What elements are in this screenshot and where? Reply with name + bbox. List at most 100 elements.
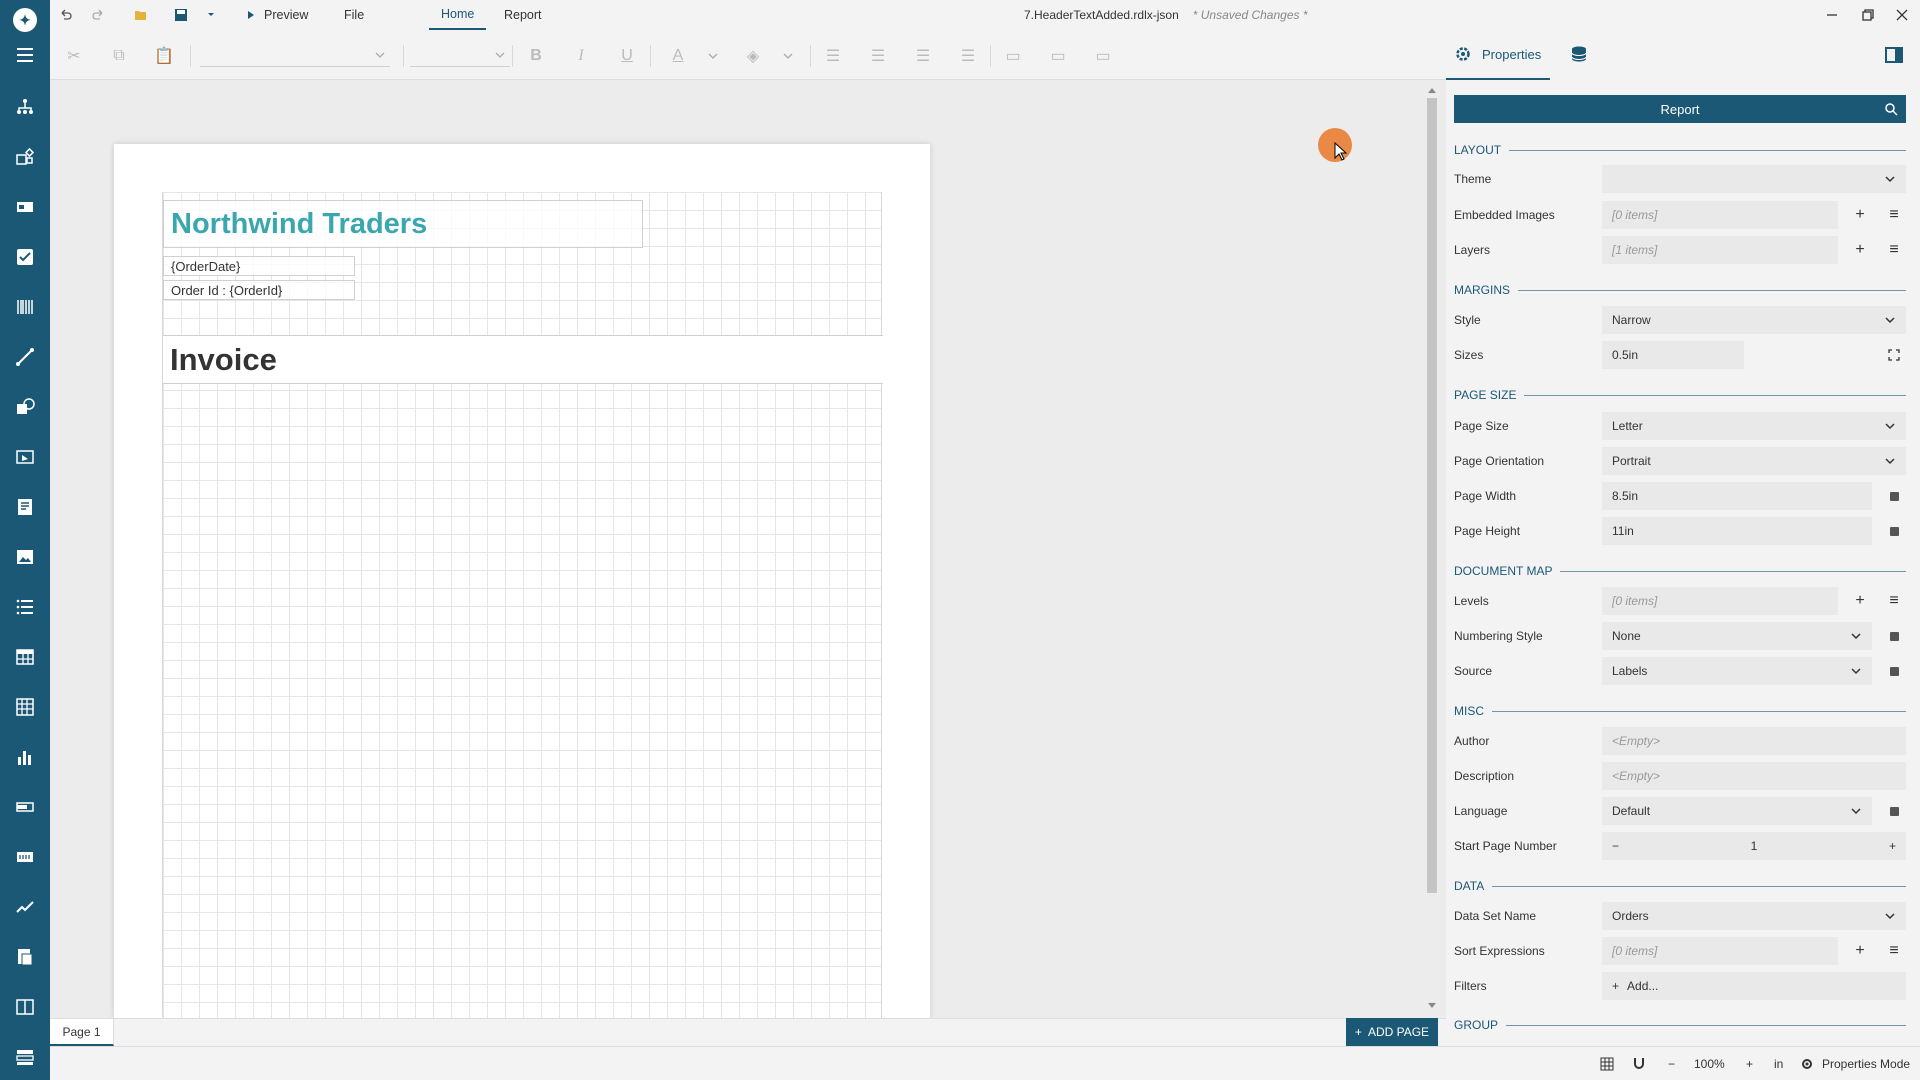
- language-select[interactable]: Default: [1602, 797, 1872, 825]
- valign-top-icon[interactable]: ▭: [1002, 45, 1024, 67]
- restore-icon[interactable]: [1850, 0, 1886, 30]
- tab-properties[interactable]: Properties: [1446, 30, 1550, 80]
- valign-middle-icon[interactable]: ▭: [1047, 45, 1069, 67]
- zoom-level[interactable]: 100%: [1694, 1047, 1725, 1080]
- bullet-icon[interactable]: [13, 795, 37, 819]
- page-width-expression-icon[interactable]: [1882, 482, 1906, 510]
- add-embedded-image-plus-icon[interactable]: +: [1848, 201, 1872, 229]
- redo-icon[interactable]: [92, 0, 106, 30]
- scrollbar-thumb[interactable]: [1427, 98, 1437, 893]
- decrement-minus-icon[interactable]: −: [1612, 839, 1619, 853]
- search-icon[interactable]: [1884, 102, 1898, 116]
- copy-icon[interactable]: ⧉: [108, 45, 130, 67]
- layers-menu-icon[interactable]: ≡: [1882, 236, 1906, 264]
- embedded-images-field[interactable]: [0 items]: [1602, 201, 1838, 229]
- collapse-panel-icon[interactable]: [1885, 46, 1903, 67]
- bold-icon[interactable]: B: [525, 45, 547, 67]
- split-view-icon[interactable]: [13, 995, 37, 1019]
- add-level-plus-icon[interactable]: +: [1848, 587, 1872, 615]
- tab-report[interactable]: Report: [492, 0, 554, 30]
- font-color-chevron-icon[interactable]: [702, 45, 724, 67]
- save-dropdown-chevron-icon[interactable]: [206, 0, 216, 30]
- page-header-section[interactable]: Northwind Traders {OrderDate} Order Id :…: [163, 192, 883, 336]
- sort-expressions-field[interactable]: [0 items]: [1602, 937, 1838, 965]
- paste-icon[interactable]: 📋: [153, 45, 175, 67]
- margin-style-select[interactable]: Narrow: [1602, 306, 1906, 334]
- checkbox-icon[interactable]: [13, 245, 37, 269]
- source-select[interactable]: Labels: [1602, 657, 1872, 685]
- unit-selector[interactable]: in: [1774, 1047, 1783, 1080]
- page-width-field[interactable]: 8.5in: [1602, 482, 1872, 510]
- tab-home[interactable]: Home: [429, 0, 487, 30]
- add-layer-plus-icon[interactable]: +: [1848, 236, 1872, 264]
- sort-expressions-menu-icon[interactable]: ≡: [1882, 937, 1906, 965]
- image-icon[interactable]: [13, 545, 37, 569]
- zoom-in-icon[interactable]: +: [1746, 1047, 1753, 1080]
- language-expression-icon[interactable]: [1882, 797, 1906, 825]
- cut-icon[interactable]: ✂: [63, 45, 85, 67]
- add-page-button[interactable]: + ADD PAGE: [1346, 1018, 1438, 1046]
- source-expression-icon[interactable]: [1882, 657, 1906, 685]
- company-name-textbox[interactable]: Northwind Traders: [163, 200, 643, 248]
- levels-field[interactable]: [0 items]: [1602, 587, 1838, 615]
- components-icon[interactable]: [13, 145, 37, 169]
- author-field[interactable]: <Empty>: [1602, 727, 1906, 755]
- align-right-icon[interactable]: ☰: [912, 45, 934, 67]
- subreport-icon[interactable]: [13, 945, 37, 969]
- minimize-icon[interactable]: [1814, 0, 1850, 30]
- snap-magnet-icon[interactable]: [1632, 1047, 1646, 1080]
- invoice-heading-textbox[interactable]: Invoice: [163, 336, 883, 384]
- richtext-icon[interactable]: [13, 495, 37, 519]
- font-size-select[interactable]: [410, 45, 510, 67]
- order-date-textbox[interactable]: {OrderDate}: [163, 256, 355, 276]
- font-family-select[interactable]: [200, 45, 390, 67]
- open-folder-icon[interactable]: [134, 0, 148, 30]
- canvas-scrollbar[interactable]: [1424, 80, 1446, 1018]
- add-filter-button[interactable]: + Add...: [1602, 972, 1906, 1000]
- order-id-textbox[interactable]: Order Id : {OrderId}: [163, 280, 355, 300]
- tab-file[interactable]: File: [332, 0, 376, 30]
- close-icon[interactable]: [1884, 0, 1920, 30]
- page-height-field[interactable]: 11in: [1602, 517, 1872, 545]
- data-sources-database-icon[interactable]: [1570, 45, 1588, 66]
- matrix-icon[interactable]: [13, 695, 37, 719]
- align-center-icon[interactable]: ☰: [867, 45, 889, 67]
- line-icon[interactable]: [13, 345, 37, 369]
- expand-margins-icon[interactable]: [1882, 341, 1906, 369]
- page-tab[interactable]: Page 1: [50, 1019, 114, 1046]
- sparkline-icon[interactable]: [13, 895, 37, 919]
- container-icon[interactable]: [13, 445, 37, 469]
- increment-plus-icon[interactable]: +: [1889, 839, 1896, 853]
- italic-icon[interactable]: I: [570, 45, 592, 67]
- preview-button[interactable]: Preview: [246, 0, 308, 30]
- page-height-expression-icon[interactable]: [1882, 517, 1906, 545]
- undo-icon[interactable]: [58, 0, 72, 30]
- hamburger-menu-icon[interactable]: [13, 43, 37, 67]
- page-size-select[interactable]: Letter: [1602, 412, 1906, 440]
- table-icon[interactable]: [13, 645, 37, 669]
- tree-icon[interactable]: [13, 95, 37, 119]
- barcode-icon[interactable]: [13, 295, 37, 319]
- start-page-number-stepper[interactable]: − 1 +: [1602, 832, 1906, 860]
- properties-mode-toggle[interactable]: Properties Mode: [1822, 1047, 1910, 1080]
- add-sort-expression-plus-icon[interactable]: +: [1848, 937, 1872, 965]
- shape-icon[interactable]: [13, 395, 37, 419]
- justify-icon[interactable]: ☰: [957, 45, 979, 67]
- selected-item-header[interactable]: Report: [1454, 95, 1906, 123]
- list-icon[interactable]: [13, 595, 37, 619]
- fill-color-icon[interactable]: ◈: [742, 45, 764, 67]
- zoom-out-icon[interactable]: −: [1668, 1047, 1675, 1080]
- page-orientation-select[interactable]: Portrait: [1602, 447, 1906, 475]
- layers-field[interactable]: [1 items]: [1602, 236, 1838, 264]
- numbering-style-expression-icon[interactable]: [1882, 622, 1906, 650]
- textbox-icon[interactable]: [13, 195, 37, 219]
- levels-menu-icon[interactable]: ≡: [1882, 587, 1906, 615]
- description-field[interactable]: <Empty>: [1602, 762, 1906, 790]
- embedded-images-menu-icon[interactable]: ≡: [1882, 201, 1906, 229]
- save-icon[interactable]: [174, 0, 188, 30]
- fill-color-chevron-icon[interactable]: [777, 45, 799, 67]
- settings-gear-icon[interactable]: [1800, 1047, 1814, 1080]
- font-color-icon[interactable]: A: [667, 45, 689, 67]
- banded-list-icon[interactable]: [13, 1045, 37, 1069]
- align-left-icon[interactable]: ☰: [822, 45, 844, 67]
